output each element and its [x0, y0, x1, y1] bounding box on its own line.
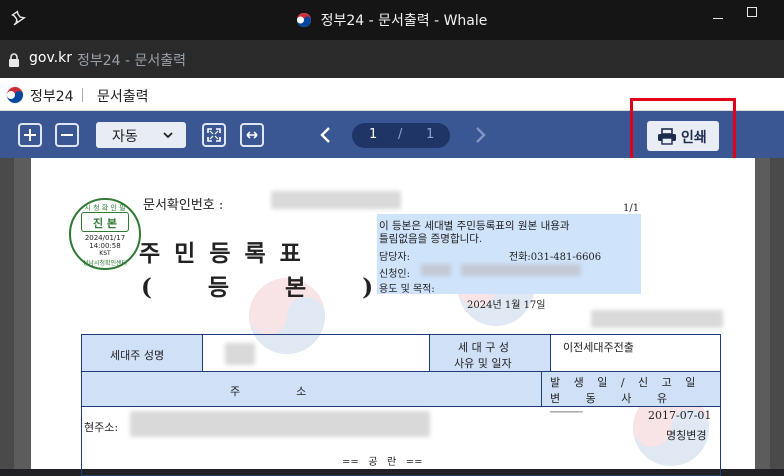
redacted-head-name — [225, 343, 255, 365]
composition-label-1: 세 대 구 성 — [458, 341, 509, 354]
plus-icon — [24, 129, 36, 141]
doc-subtitle: ( 등 본 ) — [141, 274, 398, 301]
previous-page-button[interactable] — [316, 125, 336, 145]
address-page-title: 정부24 - 문서출력 — [77, 53, 187, 69]
page-separator: / — [398, 127, 403, 142]
address-bar: gov.kr 정부24 - 문서출력 — [0, 40, 784, 78]
fit-width-icon — [246, 131, 258, 139]
chevron-down-icon — [163, 132, 173, 139]
composition-label-2: 사유 및 일자 — [454, 357, 512, 370]
address-header-cell: 주 소 — [81, 371, 542, 407]
address-domain[interactable]: gov.kr — [29, 50, 72, 66]
zoom-in-button[interactable] — [18, 123, 42, 147]
zoom-value: 자동 — [112, 129, 138, 145]
change-date: 2017-07-01 — [648, 409, 712, 422]
page-indicator[interactable]: 1 / 1 — [352, 123, 450, 148]
minus-icon — [61, 134, 73, 136]
gov-logo-icon[interactable] — [6, 86, 24, 104]
fit-page-button[interactable] — [202, 123, 226, 147]
applicant-label: 신청인: — [379, 269, 410, 280]
redacted-issuer — [591, 310, 723, 328]
blank-line-label: == 공 란 == — [342, 457, 423, 468]
purpose-label: 용도 및 목적: — [379, 284, 435, 295]
document-page: 문서확인번호 : 1/1 시 청 확 인 필 진 본 2024/01/17 14… — [31, 158, 755, 476]
verification-seal: 시 청 확 인 필 진 본 2024/01/17 14:00:58 KST 성남… — [69, 198, 141, 270]
page-number-indicator: 1/1 — [623, 203, 640, 214]
doc-title: 문서출력 — [97, 89, 149, 105]
expand-icon — [207, 128, 221, 142]
header-divider — [82, 88, 83, 102]
fit-width-button[interactable] — [240, 123, 264, 147]
seal-tz: KST — [99, 250, 111, 257]
right-scrollbar[interactable] — [770, 158, 784, 469]
occurrence-header-1: 발 생 일 / 신 고 일 — [550, 376, 696, 389]
seal-date: 2024/01/17 — [84, 234, 126, 242]
doc-main-title: 주 민 등 록 표 — [139, 240, 304, 267]
household-head-label: 세대주 성명 — [110, 349, 165, 362]
redacted-confirm-number — [271, 191, 401, 209]
lock-icon — [8, 52, 20, 67]
issue-date: 2024년 1월 17일 — [467, 300, 546, 311]
document-viewer[interactable]: 문서확인번호 : 1/1 시 청 확 인 필 진 본 2024/01/17 14… — [0, 158, 784, 476]
manager-label: 담당자: — [379, 252, 410, 263]
zoom-out-button[interactable] — [55, 123, 79, 147]
cert-text-line-2: 틀림없음을 증명합니다. — [379, 233, 483, 245]
table-head-value-cell — [202, 334, 430, 372]
gov-logo-icon — [296, 13, 311, 27]
next-page-button[interactable] — [470, 125, 490, 145]
seal-center-text: 진 본 — [92, 217, 118, 230]
occurrence-header-cell: 발 생 일 / 신 고 일 변 동 사 유 — [541, 371, 721, 407]
address-body-cell: 현주소: ────── 2017-07-01 명칭변경 == 공 란 == — [81, 406, 721, 476]
address-header: 주 소 — [230, 385, 307, 398]
phone-label: 전화:031-481-6606 — [509, 252, 602, 263]
minimize-button[interactable] — [713, 18, 723, 19]
chevron-left-icon — [320, 127, 330, 143]
chevron-right-icon — [476, 127, 486, 143]
seal-center-box: 진 본 — [81, 212, 129, 232]
occurrence-header-2: 변 동 사 유 — [550, 392, 667, 405]
window-title-bar: 정부24 - 문서출력 - Whale — [0, 0, 784, 40]
zoom-select[interactable]: 자동 — [96, 122, 186, 148]
redacted-applicant — [421, 264, 451, 276]
left-gutter — [0, 158, 14, 469]
change-reason: 명칭변경 — [666, 429, 707, 442]
composition-value-cell: 이전세대주전출 — [550, 334, 721, 372]
composition-value: 이전세대주전출 — [563, 341, 634, 354]
confirm-number-label: 문서확인번호 : — [143, 198, 224, 213]
composition-label-cell: 세 대 구 성 사유 및 일자 — [429, 334, 551, 372]
seal-bottom-text: 성남시청확인센터 — [82, 260, 128, 267]
window-title: 정부24 - 문서출력 - Whale — [0, 10, 784, 30]
total-pages: 1 — [426, 127, 435, 142]
current-address-label: 현주소: — [84, 421, 119, 434]
site-name[interactable]: 정부24 — [30, 86, 74, 106]
seal-time: 14:00:58 — [89, 242, 121, 250]
current-page[interactable]: 1 — [369, 127, 377, 142]
redacted-applicant-info — [461, 264, 581, 276]
table-head-label-cell: 세대주 성명 — [81, 334, 203, 372]
maximize-button[interactable] — [747, 7, 757, 17]
redacted-address — [130, 411, 430, 437]
window-title-text: 정부24 - 문서출력 - Whale — [320, 13, 488, 29]
dash-line: ────── — [550, 408, 583, 418]
